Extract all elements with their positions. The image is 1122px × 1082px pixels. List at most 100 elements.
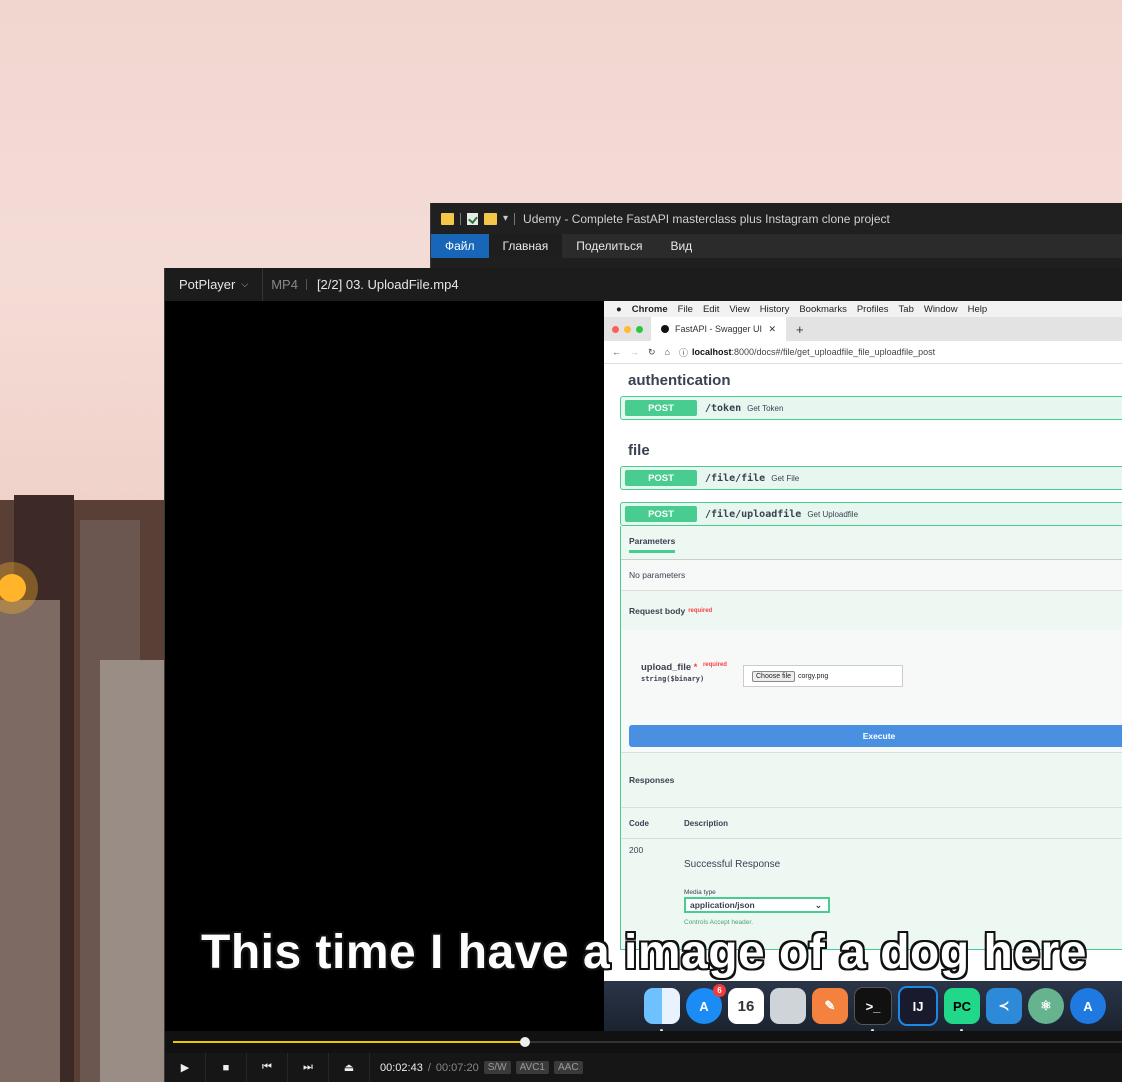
- section-file: file: [628, 441, 650, 459]
- address-bar: ← → ↻ ⌂ ⓘ localhost:8000/docs#/file/get_…: [604, 341, 1122, 364]
- responses-header: Code Description: [621, 808, 1122, 838]
- next-button[interactable]: ⏭: [288, 1053, 329, 1082]
- forward-icon: →: [630, 347, 639, 357]
- parameters-tab-row: Parameters: [621, 526, 1122, 560]
- intellij-icon: IJ: [898, 986, 938, 1026]
- pycharm-icon: PC: [944, 988, 980, 1031]
- window-controls: [604, 325, 651, 333]
- previous-button[interactable]: ⏮: [247, 1053, 288, 1082]
- successful-response: Successful Response: [684, 859, 781, 870]
- seek-bar[interactable]: [165, 1031, 1122, 1053]
- calendar-day: 16: [737, 997, 755, 1015]
- seek-handle[interactable]: [519, 1037, 530, 1047]
- customize-toolbar-icon[interactable]: ▾: [503, 213, 508, 224]
- menu-bookmarks: Bookmarks: [799, 303, 847, 315]
- subtitle-text: This time I have a image of a dog here: [201, 926, 1087, 979]
- file-input: Choose file corgy.png: [743, 665, 903, 687]
- separator: [460, 212, 461, 225]
- reload-icon: ↻: [648, 346, 656, 357]
- fastapi-favicon-icon: [661, 325, 669, 333]
- separator: [514, 212, 516, 225]
- ribbon-tab-home[interactable]: Главная: [488, 234, 563, 258]
- no-parameters-row: No parameters: [621, 560, 1122, 590]
- vscode-icon: ≺: [986, 988, 1022, 1024]
- ribbon-tab-file[interactable]: Файл: [431, 234, 489, 258]
- method-badge: POST: [625, 506, 697, 522]
- op-path: /file/file: [705, 472, 766, 484]
- wallpaper-city: [0, 495, 170, 1082]
- no-parameters-text: No parameters: [629, 570, 686, 580]
- maximize-dot-icon: [636, 325, 643, 333]
- request-body-label: Request body: [629, 605, 686, 616]
- responses-label: Responses: [629, 775, 675, 785]
- properties-icon[interactable]: [467, 212, 478, 225]
- ribbon-tab-view[interactable]: Вид: [656, 234, 706, 258]
- potplayer-menu-button[interactable]: PotPlayer ⌵: [165, 268, 264, 301]
- seek-track[interactable]: [173, 1037, 1122, 1047]
- required-mark: required: [688, 607, 713, 614]
- field-required-label: required: [702, 662, 727, 668]
- explorer-ribbon: Файл Главная Поделиться Вид: [431, 234, 1122, 258]
- mac-dock: A 6 16 ✎ >_ IJ PC ≺ ⚛ A: [604, 981, 1122, 1031]
- explorer-title: Udemy - Complete FastAPI masterclass plu…: [523, 211, 890, 226]
- op-token: POST /token Get Token: [620, 396, 1122, 420]
- script-editor-icon: [770, 988, 806, 1024]
- method-badge: POST: [625, 400, 697, 416]
- info-icon: ⓘ: [678, 347, 688, 358]
- time-current: 00:02:43: [380, 1061, 423, 1074]
- menu-edit: Edit: [702, 303, 720, 315]
- explorer-titlebar: ▾ Udemy - Complete FastAPI masterclass p…: [431, 203, 1122, 234]
- mac-menubar: ● Chrome File Edit View History Bookmark…: [604, 301, 1122, 317]
- badge-renderer[interactable]: S/W: [483, 1061, 511, 1074]
- url-host: localhost: [692, 347, 732, 357]
- close-dot-icon: [612, 325, 619, 333]
- file-title: [2/2] 03. UploadFile.mp4: [316, 277, 459, 292]
- request-body-row: Request body required: [621, 590, 1122, 630]
- time-display: 00:02:43 / 00:07:20 S/W AVC1 AAC: [380, 1061, 583, 1074]
- field-name: upload_file: [641, 662, 692, 673]
- calendar-icon: 16: [728, 988, 764, 1024]
- file-explorer-window[interactable]: ▾ Udemy - Complete FastAPI masterclass p…: [430, 203, 1122, 273]
- home-icon: ⌂: [664, 347, 670, 357]
- play-button[interactable]: ▶: [165, 1053, 206, 1082]
- eject-button[interactable]: ⏏: [329, 1053, 370, 1082]
- video-area[interactable]: ● Chrome File Edit View History Bookmark…: [165, 301, 1122, 1031]
- responses-row: Responses: [621, 752, 1122, 808]
- potplayer-window[interactable]: PotPlayer ⌵ MP4 [2/2] 03. UploadFile.mp4…: [164, 268, 1122, 1082]
- menu-view: View: [729, 303, 750, 315]
- media-type-label: Media type: [684, 889, 716, 896]
- menu-help: Help: [967, 303, 988, 315]
- chosen-file-name: corgy.png: [798, 672, 829, 680]
- apple-icon: ●: [616, 303, 622, 315]
- badge-audio-codec[interactable]: AAC: [554, 1061, 583, 1074]
- browser-tabstrip: FastAPI - Swagger UI ✕ +: [604, 317, 1122, 341]
- op-summary: Get File: [771, 473, 800, 483]
- stop-button[interactable]: ■: [206, 1053, 247, 1082]
- media-type-select: application/json ⌄: [684, 897, 830, 913]
- menu-file: File: [677, 303, 693, 315]
- op-uploadfile-body: Parameters No parameters Request body re…: [620, 526, 1122, 950]
- new-folder-icon[interactable]: [484, 212, 497, 225]
- minimize-dot-icon: [624, 325, 631, 333]
- seek-progress: [173, 1041, 525, 1043]
- separator: [305, 279, 307, 290]
- execute-button: Execute: [629, 725, 1122, 747]
- menu-window: Window: [923, 303, 958, 315]
- menu-chrome: Chrome: [631, 303, 668, 315]
- upload-field-row: upload_file * required string($binary) C…: [621, 630, 1122, 720]
- code-200: 200: [629, 845, 644, 855]
- format-label: MP4: [271, 277, 298, 292]
- app-name: PotPlayer: [179, 277, 236, 292]
- new-tab-icon: +: [796, 321, 804, 337]
- parameters-tab: Parameters: [629, 536, 676, 553]
- ribbon-tab-share[interactable]: Поделиться: [562, 234, 656, 258]
- badge-video-codec[interactable]: AVC1: [515, 1061, 549, 1074]
- video-mac-screen: ● Chrome File Edit View History Bookmark…: [604, 301, 1122, 1031]
- time-separator: /: [427, 1061, 431, 1074]
- url-path: :8000/docs#/file/get_uploadfile_file_upl…: [731, 347, 936, 357]
- op-path: /file/uploadfile: [705, 508, 802, 520]
- swagger-ui: authentication POST /token Get Token fil…: [604, 364, 1122, 950]
- player-titlebar: PotPlayer ⌵ MP4 [2/2] 03. UploadFile.mp4: [165, 268, 1122, 301]
- swift-icon: ✎: [812, 988, 848, 1024]
- menu-history: History: [759, 303, 790, 315]
